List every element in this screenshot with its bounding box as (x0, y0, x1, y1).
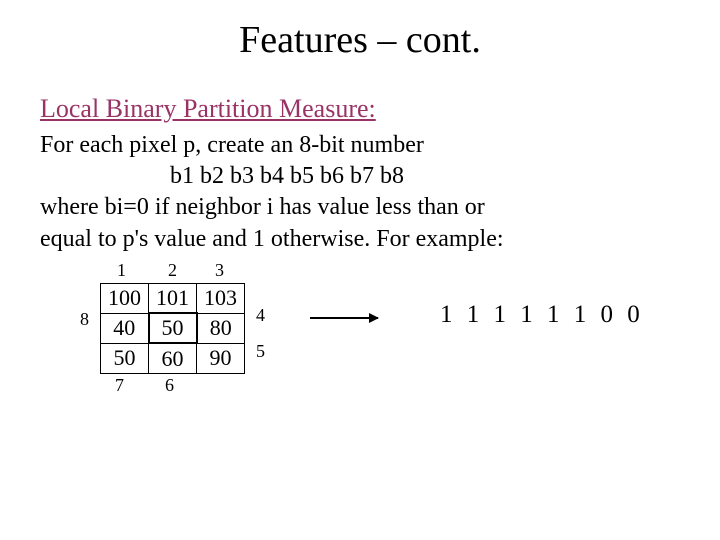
neighbor-label-7: 7 (115, 375, 124, 396)
cell-r0c0: 100 (101, 283, 149, 313)
neighbor-label-3: 3 (215, 260, 224, 281)
neighbor-label-1: 1 (117, 260, 126, 281)
pixel-grid: 100 101 103 40 50 80 50 60 90 (100, 283, 245, 374)
cell-r2c0: 50 (101, 343, 149, 373)
cell-r1c0: 40 (101, 313, 149, 343)
desc-line-2: where bi=0 if neighbor i has value less … (0, 192, 720, 223)
cell-center: 50 (149, 313, 197, 343)
cell-r1c2: 80 (197, 313, 245, 343)
bit-sequence: b1 b2 b3 b4 b5 b6 b7 b8 (0, 161, 720, 192)
neighbor-label-8: 8 (80, 309, 89, 330)
cell-r0c1: 101 (149, 283, 197, 313)
neighbor-label-5: 5 (256, 341, 265, 362)
slide-title: Features – cont. (0, 0, 720, 76)
cell-r0c2: 103 (197, 283, 245, 313)
arrow-icon (310, 317, 378, 319)
example-area: 1 2 3 4 5 6 7 8 100 101 103 40 50 80 50 … (0, 265, 720, 415)
cell-r2c1: 60 (149, 343, 197, 373)
neighbor-label-6: 6 (165, 375, 174, 396)
result-bits: 1 1 1 1 1 1 0 0 (440, 301, 644, 329)
desc-line-1: For each pixel p, create an 8-bit number (0, 130, 720, 161)
neighbor-label-2: 2 (168, 260, 177, 281)
cell-r2c2: 90 (197, 343, 245, 373)
desc-line-3: equal to p's value and 1 otherwise. For … (0, 224, 720, 255)
section-heading: Local Binary Partition Measure: (0, 76, 720, 130)
neighbor-label-4: 4 (256, 305, 265, 326)
